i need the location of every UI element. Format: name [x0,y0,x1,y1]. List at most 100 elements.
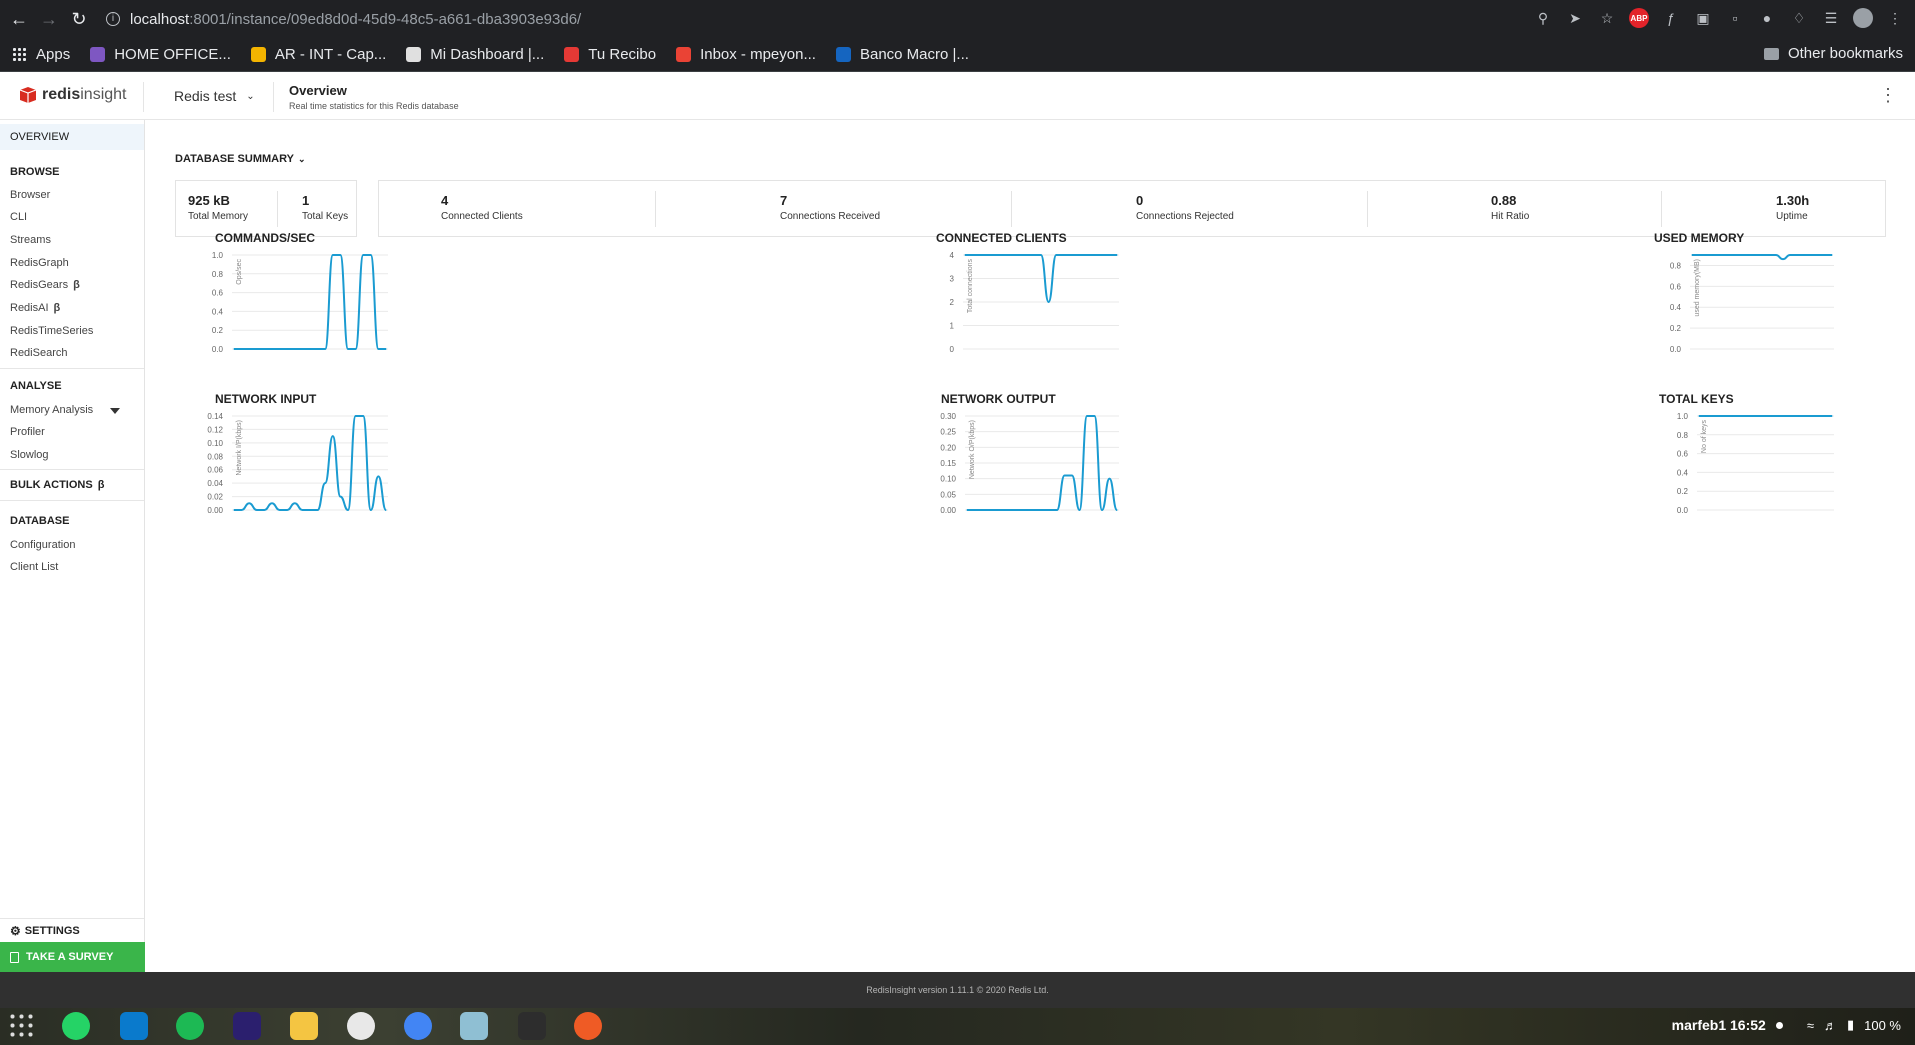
bookmark-item[interactable]: Inbox - mpeyon... [676,46,816,63]
data-point [279,348,281,350]
stat-value: 0.88 [1491,193,1517,208]
terminal-icon[interactable] [518,1012,546,1040]
sidebar-item-streams[interactable]: Streams [10,234,51,246]
sidebar-item-redisgraph[interactable]: RedisGraph [10,257,69,269]
bookmark-item[interactable]: Tu Recibo [564,46,656,63]
y-tick-label: 0.8 [1670,261,1682,270]
y-tick-label: 1.0 [1677,412,1689,421]
forward-icon[interactable]: → [38,8,60,30]
sidebar-item-overview[interactable]: OVERVIEW [0,124,144,150]
caret-down-icon[interactable] [110,408,120,414]
vscode-icon[interactable] [120,1012,148,1040]
y-tick-label: 0.2 [212,326,224,335]
data-point [1725,415,1727,417]
reload-icon[interactable]: ↻ [68,8,90,30]
sidebar-item-redistimeseries[interactable]: RedisTimeSeries [10,325,93,337]
puzzle-icon[interactable]: ♢ [1789,8,1809,28]
menu-icon[interactable]: ⋮ [1885,8,1905,28]
back-icon[interactable]: ← [8,8,30,30]
screenshot-icon[interactable]: ▣ [1693,8,1713,28]
sidebar-item-redisai[interactable]: RedisAI β [10,302,60,314]
bookmark-item[interactable]: AR - INT - Cap... [250,46,386,63]
bookmark-favicon-icon [564,47,580,62]
data-point [981,509,983,511]
postman-icon[interactable] [574,1012,602,1040]
sidebar-item-slowlog[interactable]: Slowlog [10,449,49,461]
bookmark-item[interactable]: Mi Dashboard |... [406,46,544,63]
chrome-icon[interactable] [404,1012,432,1040]
settings-button[interactable]: ⚙ SETTINGS [0,918,144,942]
data-point [1811,415,1813,417]
volume-icon[interactable]: ♬ [1824,1018,1837,1033]
sidebar-item-memory-analysis[interactable]: Memory Analysis [10,404,93,416]
info-icon[interactable]: i [106,12,120,26]
y-tick-label: 0.04 [207,479,223,488]
total-keys-value: 1 [302,193,310,208]
data-point [1026,509,1028,511]
bookmark-item[interactable]: HOME OFFICE... [90,46,231,63]
other-bookmarks[interactable]: Other bookmarks [1763,45,1903,62]
line-chart: 0.30 0.25 0.20 0.15 0.10 0.05 0.00 Network O/P(… [940,412,1119,515]
whatsapp-icon[interactable] [62,1012,90,1040]
send-icon[interactable]: ➤ [1565,8,1585,28]
sidebar-item-profiler[interactable]: Profiler [10,426,45,438]
bookmark-item[interactable]: Apps [12,46,70,63]
line-chart: 1.0 0.8 0.6 0.4 0.2 0.0 Ops/sec [212,251,388,354]
data-point [1758,415,1760,417]
avatar-ext-icon[interactable]: ● [1757,8,1777,28]
data-point [1691,254,1693,256]
profile-icon[interactable] [1853,8,1873,28]
page-icon[interactable]: ▫ [1725,8,1745,28]
data-point [994,254,996,256]
stat-divider [655,191,656,227]
data-point [294,502,296,504]
search-icon[interactable]: ⚲ [1533,8,1553,28]
y-tick-label: 0.6 [212,289,224,298]
total-keys-stat: 1 Total Keys [302,193,348,222]
address-bar[interactable]: i localhost:8001/instance/09ed8d0d-45d9-… [106,6,1456,32]
data-point [1698,415,1700,417]
sidebar-item-client-list[interactable]: Client List [10,561,58,573]
system-tray: marfeb1 16:52 ≈ ♬ ▮ 100 % [1672,1017,1901,1033]
sidebar-item-browser[interactable]: Browser [10,189,50,201]
reading-list-icon[interactable]: ☰ [1821,8,1841,28]
bookmark-label: Mi Dashboard |... [430,46,545,63]
redisinsight-logo[interactable]: redis insight [18,86,127,104]
database-selector[interactable]: Redis test ⌄ [174,88,255,104]
sidebar-item-redisgears[interactable]: RedisGears β [10,279,80,291]
data-point [1048,509,1051,511]
data-point [294,348,296,350]
sidebar-divider [0,500,144,501]
y-tick-label: 0.06 [207,466,223,475]
data-point [256,509,258,511]
slack-icon[interactable] [347,1012,375,1040]
more-options-icon[interactable]: ⋮ [1879,86,1897,104]
database-summary-toggle[interactable]: DATABASE SUMMARY ⌄ [175,153,306,165]
battery-icon[interactable]: ▮ [1847,1017,1854,1033]
data-point [1771,415,1773,417]
files-icon[interactable] [290,1012,318,1040]
sidebar-item-bulk-actions[interactable]: BULK ACTIONS β [10,479,104,491]
bookmarks-bar: Apps HOME OFFICE... AR - INT - Cap... Mi Da… [0,38,1915,72]
intellij-icon[interactable] [233,1012,261,1040]
take-survey-button[interactable]: TAKE A SURVEY [0,942,145,972]
sidebar-item-configuration[interactable]: Configuration [10,539,75,551]
settings-label: SETTINGS [24,924,80,937]
bookmark-item[interactable]: Banco Macro |... [835,46,969,63]
adblock-icon[interactable]: ABP [1629,8,1649,28]
sidebar-item-redisearch[interactable]: RediSearch [10,347,67,359]
stat-label: Connections Rejected [1136,211,1234,222]
chart-title: NETWORK INPUT [215,392,317,406]
clock[interactable]: marfeb1 16:52 [1672,1017,1766,1033]
network-icon[interactable]: ≈ [1807,1018,1814,1033]
notes-icon[interactable] [460,1012,488,1040]
footer: RedisInsight version 1.11.1 © 2020 Redis… [0,972,1915,1008]
star-icon[interactable]: ☆ [1597,8,1617,28]
y-tick-label: 0.6 [1670,282,1682,291]
bookmark-favicon-icon [90,47,106,62]
data-point [339,254,341,256]
app-grid-icon[interactable] [8,1012,36,1040]
sidebar-item-cli[interactable]: CLI [10,211,27,223]
spotify-icon[interactable] [176,1012,204,1040]
script-icon[interactable]: ƒ [1661,8,1681,28]
